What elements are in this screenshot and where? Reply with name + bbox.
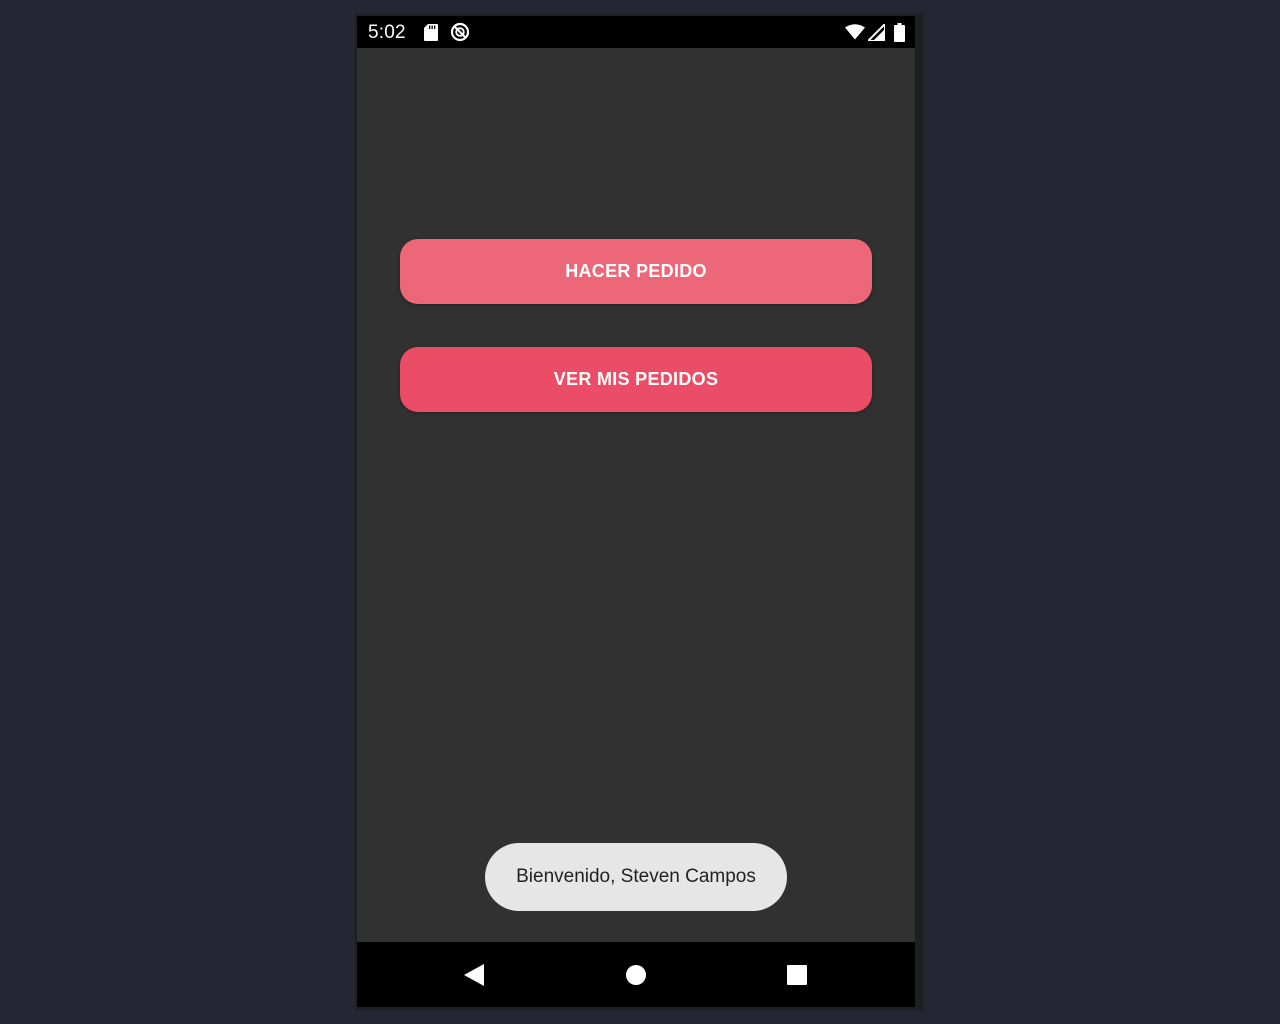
cell-signal-icon	[866, 16, 886, 48]
phone-device: 5:02 HACER PEDIDO VER MIS PEDIDOS Bienve…	[355, 14, 923, 1010]
back-button[interactable]	[444, 942, 504, 1007]
recents-icon	[787, 964, 807, 985]
navigation-bar	[357, 942, 915, 1007]
wifi-icon	[844, 16, 866, 48]
hacer-pedido-button[interactable]: HACER PEDIDO	[400, 239, 872, 304]
sync-disabled-icon	[449, 16, 471, 48]
sd-card-icon	[422, 16, 440, 48]
ver-mis-pedidos-button[interactable]: VER MIS PEDIDOS	[400, 347, 872, 412]
status-bar: 5:02	[357, 16, 915, 48]
battery-icon	[891, 16, 907, 48]
status-time: 5:02	[368, 22, 406, 43]
welcome-toast: Bienvenido, Steven Campos	[485, 843, 787, 911]
recents-button[interactable]	[767, 942, 827, 1007]
toast-message: Bienvenido, Steven Campos	[516, 866, 756, 887]
back-icon	[464, 963, 484, 986]
home-icon	[626, 964, 646, 985]
phone-screen: 5:02 HACER PEDIDO VER MIS PEDIDOS Bienve…	[357, 16, 915, 1007]
home-button[interactable]	[606, 942, 666, 1007]
